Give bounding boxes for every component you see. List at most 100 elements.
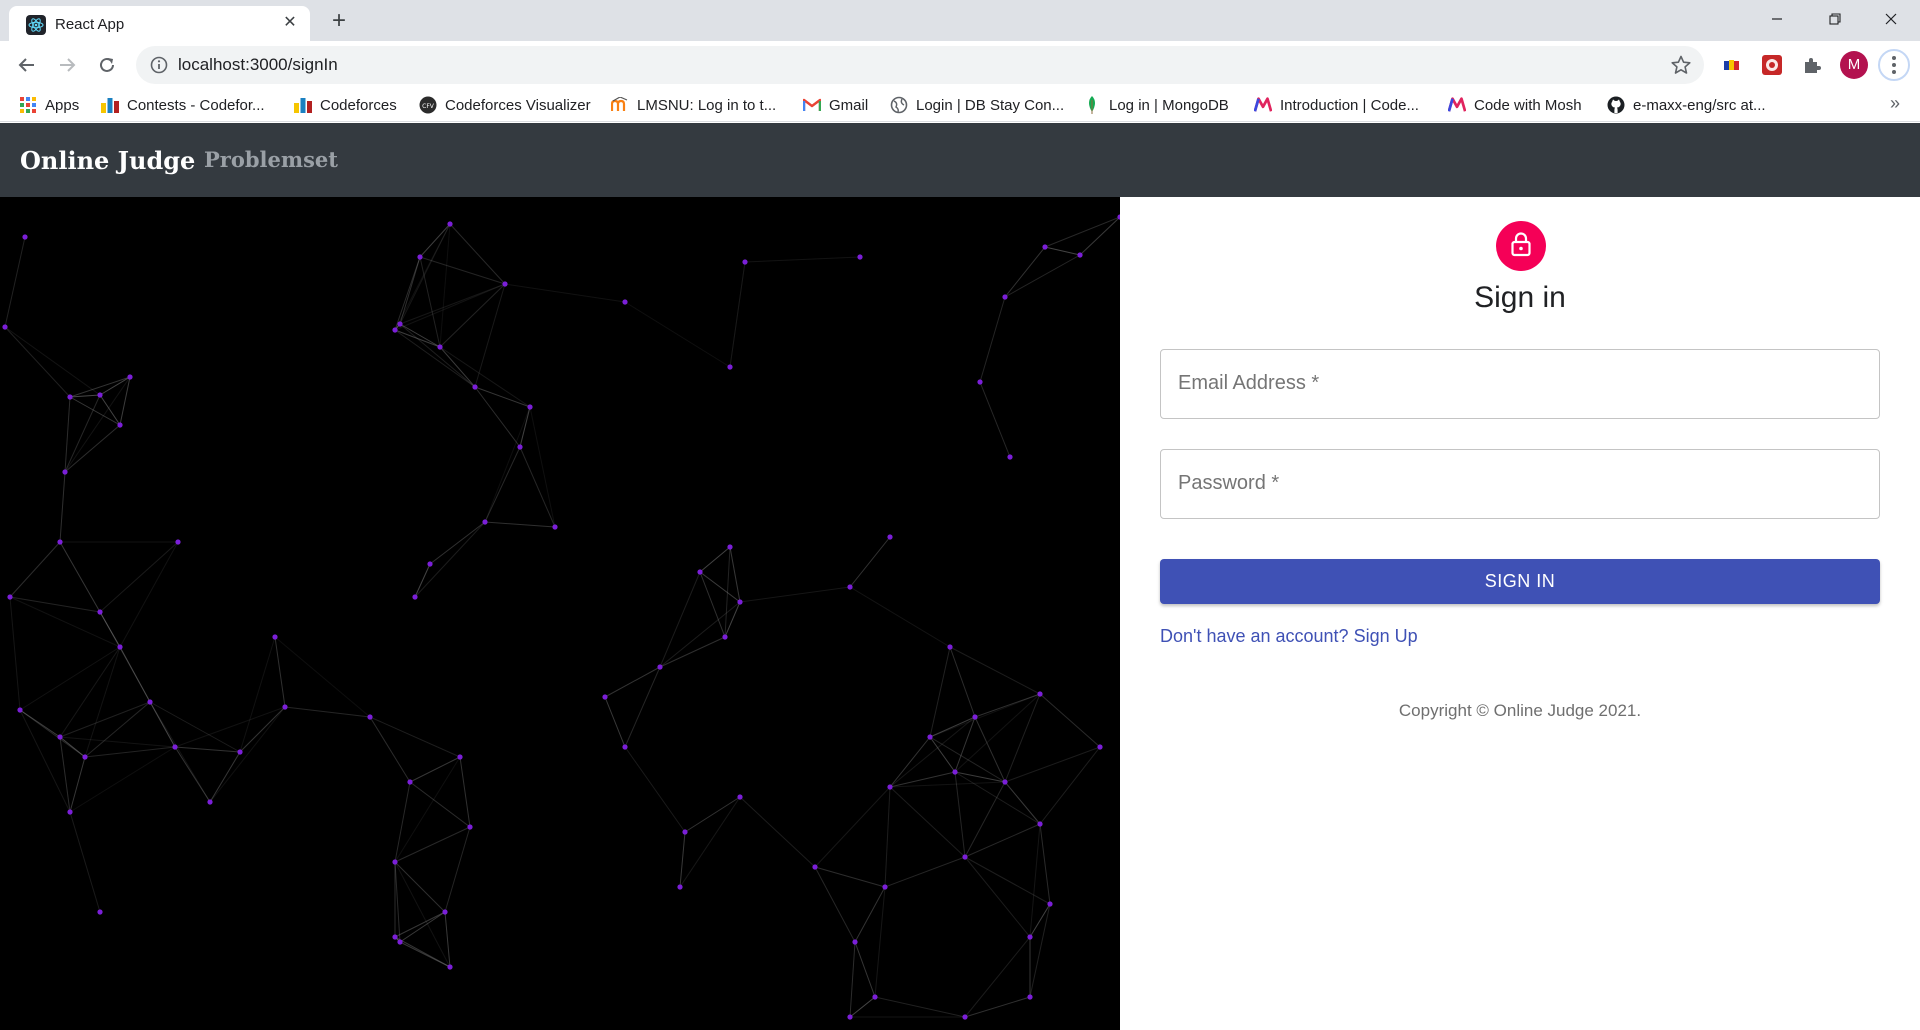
particle-link	[964, 996, 1031, 1018]
particle-link	[949, 646, 976, 718]
particle-dot	[552, 524, 558, 530]
bookmark-label: Contests - Codefor...	[127, 96, 265, 114]
particle-link	[519, 406, 531, 448]
particle-link	[964, 936, 1031, 1018]
brand-link[interactable]: Online Judge	[20, 146, 195, 175]
particle-link	[59, 701, 151, 738]
particle-link	[284, 706, 371, 718]
profile-avatar[interactable]: M	[1840, 51, 1868, 79]
bookmark-label: Code with Mosh	[1474, 96, 1582, 114]
mosh-icon	[1254, 96, 1272, 114]
particle-link	[874, 996, 966, 1018]
particle-dot	[175, 539, 181, 545]
particle-link	[119, 541, 179, 648]
particle-link	[4, 236, 26, 328]
close-window-icon[interactable]	[1862, 0, 1920, 38]
extension-flag-icon[interactable]	[1720, 53, 1744, 77]
particle-dot	[397, 939, 403, 945]
bookmark-star-icon[interactable]	[1670, 54, 1692, 76]
particle-link	[604, 696, 626, 748]
particle-link	[739, 586, 851, 603]
particle-link	[604, 666, 661, 698]
email-field[interactable]: Email Address *	[1160, 349, 1880, 419]
back-arrow-icon[interactable]	[13, 51, 41, 79]
particle-link	[889, 786, 966, 858]
particle-dot	[737, 794, 743, 800]
tab-title: React App	[55, 16, 125, 33]
particle-dot	[82, 754, 88, 760]
particle-dot	[57, 539, 63, 545]
mongodb-leaf-icon	[1083, 96, 1101, 114]
browser-tab[interactable]: React App ✕	[9, 6, 310, 41]
particle-dot	[442, 909, 448, 915]
particle-dot	[527, 404, 533, 410]
particle-link	[64, 394, 101, 473]
particle-link	[439, 223, 451, 348]
particle-link	[274, 636, 286, 708]
forward-arrow-icon[interactable]	[53, 51, 81, 79]
bookmark-codeforces[interactable]: Codeforces	[294, 94, 397, 116]
extensions-puzzle-icon[interactable]	[1800, 53, 1824, 77]
bookmarks-overflow-icon[interactable]: »	[1890, 93, 1900, 114]
bookmark-gmail[interactable]: Gmail	[803, 94, 868, 116]
bookmark-label: Codeforces	[320, 96, 397, 114]
particle-dot	[1077, 252, 1083, 258]
particle-link	[174, 706, 286, 748]
password-field[interactable]: Password *	[1160, 449, 1880, 519]
particle-dot	[392, 327, 398, 333]
particle-dot	[972, 714, 978, 720]
particle-link	[849, 996, 876, 1018]
bookmark-mongodb[interactable]: Log in | MongoDB	[1083, 94, 1229, 116]
particle-link	[954, 771, 1041, 825]
site-info-icon[interactable]	[150, 56, 168, 74]
particle-link	[394, 911, 446, 938]
particle-dot	[682, 829, 688, 835]
nav-problemset-link[interactable]: Problemset	[204, 147, 338, 172]
particle-link	[1039, 823, 1051, 905]
copyright-text: Copyright © Online Judge 2021.	[1398, 701, 1642, 720]
particle-link	[814, 866, 856, 943]
address-bar[interactable]: localhost:3000/signIn	[136, 46, 1704, 84]
particle-link	[9, 596, 21, 711]
bookmark-e-maxx-eng[interactable]: e-maxx-eng/src at...	[1607, 94, 1766, 116]
particle-dot	[417, 254, 423, 260]
bookmark-label: Login | DB Stay Con...	[916, 96, 1065, 114]
particle-dot	[207, 799, 213, 805]
signin-button[interactable]: SIGN IN	[1160, 559, 1880, 604]
particle-link	[414, 563, 431, 598]
extension-image-icon[interactable]	[1760, 53, 1784, 77]
bookmark-db-stay-connected[interactable]: Login | DB Stay Con...	[890, 94, 1064, 116]
particle-dot	[657, 664, 663, 670]
lock-icon	[1509, 231, 1533, 262]
particle-dot	[117, 644, 123, 650]
particle-link	[929, 646, 951, 738]
close-tab-icon[interactable]: ✕	[280, 13, 300, 33]
bookmark-apps[interactable]: Apps	[19, 94, 79, 116]
particle-link	[4, 326, 71, 398]
signup-link[interactable]: Don't have an account? Sign Up	[1160, 626, 1418, 647]
particle-link	[274, 636, 371, 718]
particle-link	[849, 941, 856, 1018]
bookmark-lmsnu[interactable]: LMSNU: Log in to t...	[611, 94, 776, 116]
particle-link	[814, 866, 886, 888]
particle-link	[964, 781, 1006, 858]
particle-link	[964, 856, 1031, 938]
bookmark-contests-codeforces[interactable]: Contests - Codefor...	[101, 94, 265, 116]
github-icon	[1607, 96, 1625, 114]
bookmark-codeforces-visualizer[interactable]: CFV Codeforces Visualizer	[419, 94, 591, 116]
particle-link	[624, 746, 686, 833]
minimize-window-icon[interactable]	[1748, 0, 1806, 38]
restore-window-icon[interactable]	[1806, 0, 1864, 38]
reload-icon[interactable]	[93, 51, 121, 79]
browser-menu-icon[interactable]	[1878, 49, 1910, 81]
particle-link	[1029, 903, 1051, 998]
particle-dot	[412, 594, 418, 600]
particle-link	[9, 541, 61, 598]
particle-dot	[502, 281, 508, 287]
particle-dot	[467, 824, 473, 830]
particle-link	[99, 541, 179, 613]
new-tab-icon[interactable]: +	[326, 8, 352, 34]
particle-link	[484, 446, 521, 523]
bookmark-code-with-mosh[interactable]: Code with Mosh	[1448, 94, 1582, 116]
bookmark-introduction-code[interactable]: Introduction | Code...	[1254, 94, 1419, 116]
